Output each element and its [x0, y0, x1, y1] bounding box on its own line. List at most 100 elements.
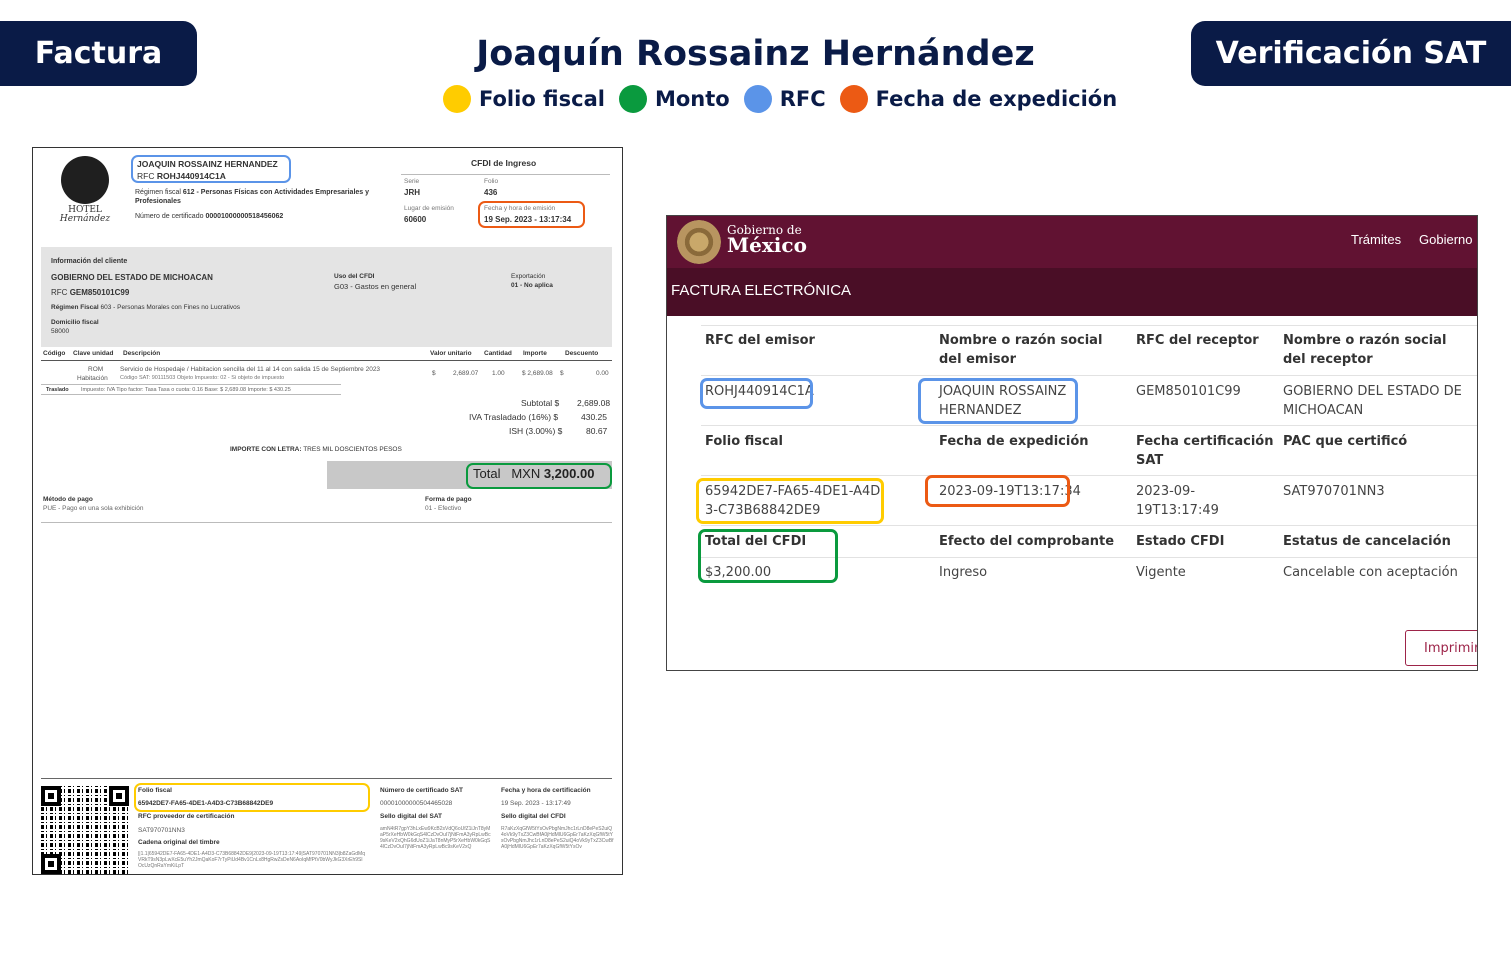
- sat-verification-screenshot: Gobierno de México Trámites Gobierno FAC…: [666, 215, 1478, 671]
- fecha-certificacion: 2023-09-19T13:17:49: [1136, 484, 1219, 518]
- nav-tramites[interactable]: Trámites: [1351, 232, 1401, 247]
- qr-corner: [41, 786, 61, 806]
- orange-dot-icon: [839, 85, 868, 113]
- legend-label: Folio fiscal: [479, 87, 605, 111]
- legend-item-monto: Monto: [618, 85, 730, 113]
- fecha-expedicion-highlight: [925, 475, 1070, 507]
- legend: Folio fiscal Monto RFC Fecha de expedici…: [443, 84, 1131, 114]
- folio-value: 436: [484, 188, 498, 197]
- subtotal-label: Subtotal $: [521, 398, 560, 408]
- fecha-cert-value: 19 Sep. 2023 - 13:17:49: [501, 800, 571, 807]
- folio-fiscal-highlight: [696, 478, 884, 524]
- th-clave: Clave unidad: [73, 350, 114, 357]
- th-rfc-receptor: RFC del receptor: [1136, 333, 1259, 348]
- folio-label: Folio: [484, 178, 499, 185]
- item-clave: ROM: [88, 366, 104, 373]
- client-name: GOBIERNO DEL ESTADO DE MICHOACAN: [51, 273, 213, 282]
- fecha-highlight: [478, 201, 585, 228]
- serie-label: Serie: [404, 178, 420, 185]
- sello-sat-label: Sello digital del SAT: [380, 813, 442, 820]
- legend-item-fecha: Fecha de expedición: [839, 85, 1118, 113]
- imprimir-button[interactable]: Imprimir: [1405, 630, 1477, 666]
- nombre-emisor-highlight: [918, 378, 1078, 424]
- traslado-label: Traslado: [46, 387, 69, 393]
- th-rfc-emisor: RFC del emisor: [705, 333, 815, 348]
- metodo-value: PUE - Pago en una sola exhibición: [43, 505, 144, 512]
- nav-gobierno[interactable]: Gobierno: [1419, 232, 1472, 247]
- invoice-document: HOTEL Hernández JOAQUIN ROSSAINZ HERNANDE…: [32, 147, 623, 875]
- regimen-fiscal: Régimen fiscal 612 - Personas Físicas co…: [135, 189, 370, 196]
- metodo-label: Método de pago: [43, 496, 93, 503]
- item-descripcion: Servicio de Hospedaje / Habitacion senci…: [120, 366, 381, 373]
- item-valor: 2,689.07: [453, 370, 479, 377]
- rfc-highlight: [131, 155, 291, 183]
- traslado-detail: Impuesto: IVA Tipo factor: Tasa Tasa o c…: [81, 387, 291, 393]
- item-codigo-sat: Código SAT: 90111503 Objeto Impuesto: 02…: [120, 375, 285, 381]
- forma-value: 01 - Efectivo: [425, 505, 462, 512]
- hotel-logo-icon: [61, 156, 109, 204]
- total-cfdi-highlight: [698, 529, 838, 583]
- hotel-logo-text: HOTEL Hernández: [59, 205, 111, 224]
- forma-label: Forma de pago: [425, 496, 472, 503]
- cadena-label: Cadena original del timbre: [138, 839, 220, 846]
- subtotal-value: 2,689.08: [577, 398, 611, 408]
- th-fecha-certificacion: Fecha certificación SAT: [1136, 434, 1274, 468]
- cadena-original-text: ||1.1|65942DE7-FA65-4DE1-A4D3-C73B68842D…: [138, 851, 366, 869]
- th-efecto: Efecto del comprobante: [939, 534, 1115, 549]
- item-unidad: Habitación: [77, 375, 108, 382]
- cert-sat-label: Número de certificado SAT: [380, 787, 463, 794]
- cert-number: Número de certificado 000010000005184560…: [135, 213, 284, 220]
- iva-label: IVA Trasladado (16%) $: [469, 412, 559, 422]
- th-valor: Valor unitario: [430, 350, 472, 357]
- sello-sat-text: amN4tR7gpY3hLxEw9KcB2sVdQ6oUfZ1iJnT8yMaP…: [380, 826, 491, 850]
- rfc-receptor: GEM850101C99: [1136, 384, 1241, 399]
- blue-dot-icon: [743, 85, 772, 113]
- legend-item-folio: Folio fiscal: [443, 85, 605, 113]
- export-value: 01 - No aplica: [511, 282, 553, 289]
- gob-logo-big: México: [727, 233, 807, 257]
- legend-label: Fecha de expedición: [875, 87, 1118, 111]
- page-title: Joaquín Rossainz Hernández: [476, 34, 1035, 74]
- th-pac: PAC que certificó: [1283, 434, 1408, 449]
- th-descuento: Descuento: [565, 350, 599, 357]
- domicilio-value: 58000: [51, 328, 70, 335]
- export-label: Exportación: [511, 273, 546, 280]
- cert-sat-value: 00001000000504465028: [380, 800, 453, 807]
- item-importe: $ 2,689.08: [522, 370, 553, 377]
- qr-corner: [41, 854, 61, 874]
- importe-letra: IMPORTE CON LETRA: TRES MIL DOSCIENTOS P…: [230, 446, 402, 453]
- sello-cfdi-label: Sello digital del CFDI: [501, 813, 566, 820]
- th-folio-fiscal: Folio fiscal: [705, 434, 783, 449]
- sello-cfdi-text: R7aKzXqGfW5tYsOvPbgNmJhc1rLnD8ePeS2uiQ4o…: [501, 826, 614, 850]
- qr-corner: [109, 786, 129, 806]
- total-highlight: [466, 463, 612, 489]
- th-nombre-receptor: Nombre o razón social del receptor: [1283, 333, 1447, 367]
- th-fecha-expedicion: Fecha de expedición: [939, 434, 1089, 449]
- cfdi-type: CFDI de Ingreso: [471, 158, 537, 168]
- item-currency-2: $: [560, 370, 564, 377]
- client-rfc: RFC GEM850101C99: [51, 288, 130, 297]
- rfc-prov-value: SAT970701NN3: [138, 827, 185, 834]
- regimen-fiscal-2: Profesionales: [135, 198, 181, 205]
- item-cantidad: 1.00: [492, 370, 505, 377]
- gob-header: Gobierno de México Trámites Gobierno: [667, 216, 1477, 268]
- uso-label: Uso del CFDI: [334, 273, 375, 280]
- domicilio-label: Domicilio fiscal: [51, 319, 99, 326]
- client-regimen: Régimen Fiscal 603 - Personas Morales co…: [51, 304, 240, 311]
- th-cantidad: Cantidad: [484, 350, 512, 357]
- green-dot-icon: [618, 85, 647, 113]
- client-section-title: Información del cliente: [51, 258, 128, 265]
- rfc-prov-label: RFC proveedor de certificación: [138, 813, 235, 820]
- yellow-dot-icon: [443, 85, 471, 113]
- th-descripcion: Descripción: [123, 350, 161, 357]
- folio-fiscal-highlight: [134, 783, 370, 812]
- isr-label: ISH (3.00%) $: [509, 426, 563, 436]
- item-currency: $: [432, 370, 436, 377]
- legend-label: RFC: [779, 87, 826, 111]
- sat-subtitle: FACTURA ELECTRÓNICA: [667, 268, 1477, 316]
- iva-value: 430.25: [581, 412, 607, 422]
- legend-label: Monto: [654, 87, 730, 111]
- nombre-receptor: GOBIERNO DEL ESTADO DE MICHOACAN: [1283, 384, 1462, 418]
- isr-value: 80.67: [586, 426, 608, 436]
- serie-value: JRH: [404, 188, 421, 197]
